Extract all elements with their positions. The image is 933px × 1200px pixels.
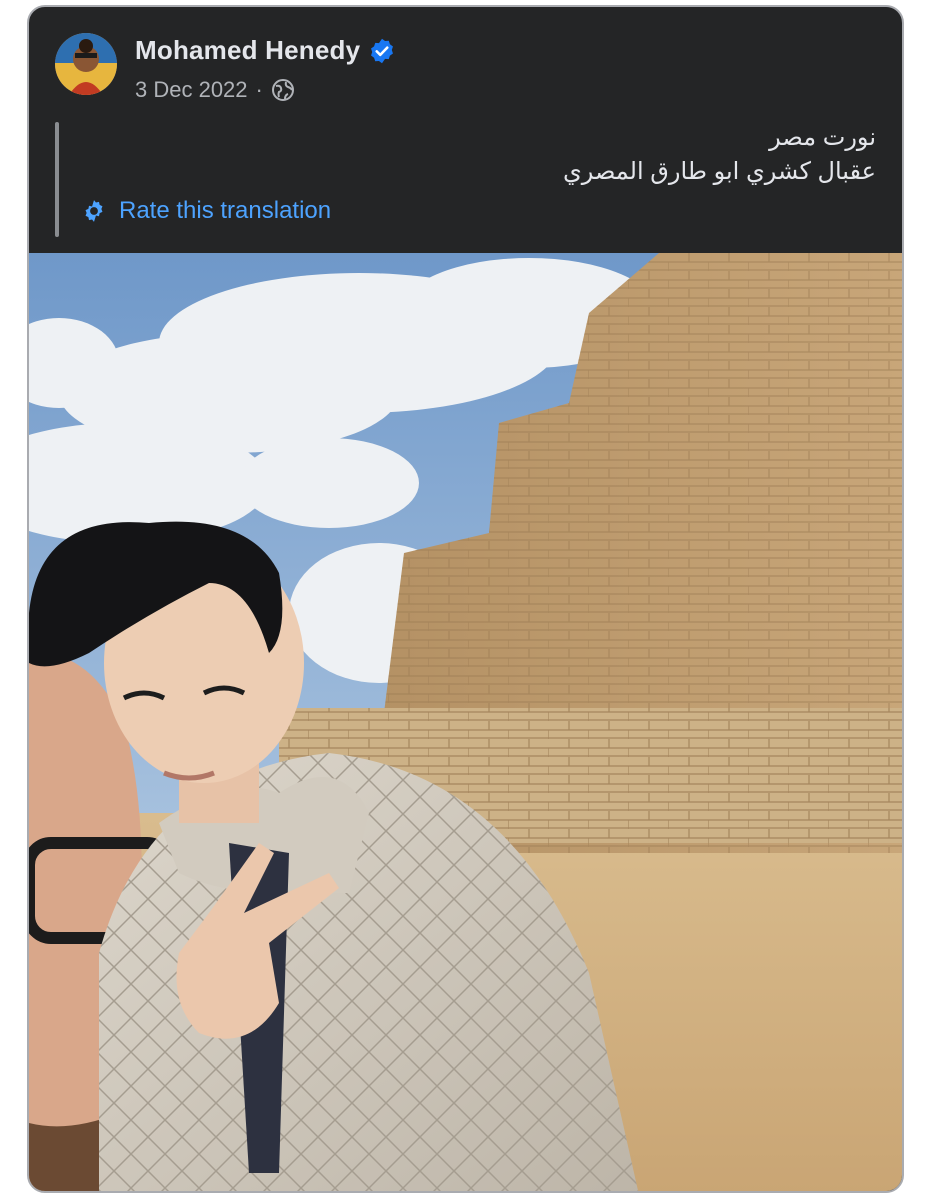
avatar-image [55,33,117,95]
post-meta: 3 Dec 2022 · [135,77,295,103]
rate-translation-label: Rate this translation [119,197,332,224]
post-card: Mohamed Henedy 3 Dec 2022 · نورت مصر عقب… [27,5,904,1193]
verified-badge-icon [371,38,394,63]
meta-separator: · [255,77,263,102]
post-text-line: نورت مصر [769,124,876,151]
post-text: نورت مصر عقبال كشري ابو طارق المصري [563,121,876,189]
author-row: Mohamed Henedy [135,35,396,66]
quote-bar [55,122,59,237]
globe-icon[interactable] [271,78,295,102]
post-header: Mohamed Henedy 3 Dec 2022 · [55,33,855,102]
rate-translation-link[interactable]: Rate this translation [81,197,331,225]
author-name[interactable]: Mohamed Henedy [135,35,360,66]
post-date[interactable]: 3 Dec 2022 [135,77,248,103]
gear-icon [85,200,103,222]
post-text-line: عقبال كشري ابو طارق المصري [562,158,876,185]
photo-image [29,253,902,1191]
post-photo[interactable] [29,253,902,1191]
avatar[interactable] [55,33,117,95]
